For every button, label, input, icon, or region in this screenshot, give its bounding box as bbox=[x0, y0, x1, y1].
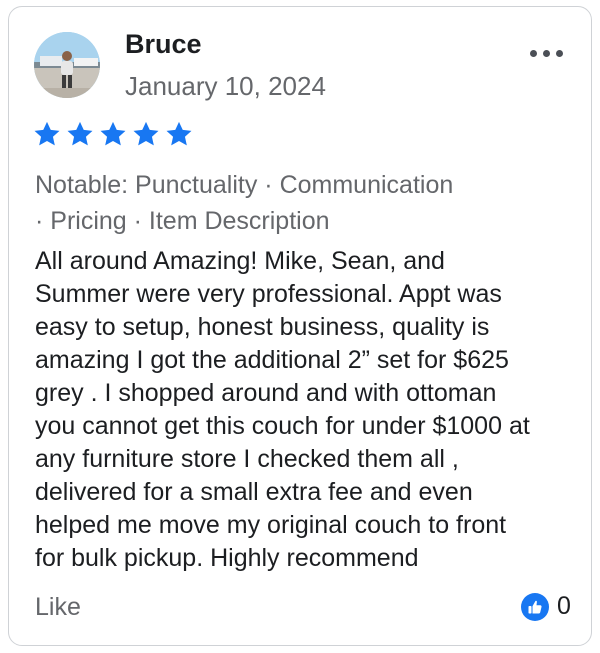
star-icon bbox=[133, 121, 159, 146]
dot-icon bbox=[543, 49, 550, 57]
star-icon bbox=[67, 121, 93, 146]
review-date[interactable]: January 10, 2024 bbox=[125, 71, 326, 102]
more-options-icon[interactable] bbox=[530, 41, 563, 65]
avatar[interactable] bbox=[34, 32, 100, 98]
star-rating bbox=[33, 120, 193, 148]
star-icon bbox=[166, 121, 192, 146]
notable-line: · Pricing · Item Description bbox=[35, 207, 330, 235]
notable-tags: Notable: Punctuality · Communication · P… bbox=[35, 167, 555, 239]
dot-icon bbox=[530, 49, 537, 57]
review-card: Bruce January 10, 2024 Notable: Punctual… bbox=[8, 6, 592, 646]
thumbs-up-icon bbox=[521, 592, 549, 621]
author-name[interactable]: Bruce bbox=[125, 29, 202, 60]
notable-line: Notable: Punctuality · Communication bbox=[35, 171, 454, 199]
dot-icon bbox=[556, 49, 563, 57]
review-text: All around Amazing! Mike, Sean, and Summ… bbox=[35, 247, 530, 572]
like-count-value: 0 bbox=[557, 592, 571, 620]
like-count[interactable]: 0 bbox=[521, 592, 571, 621]
star-icon bbox=[34, 121, 60, 146]
like-button[interactable]: Like bbox=[35, 593, 81, 622]
star-icon bbox=[100, 121, 126, 146]
avatar-photo bbox=[34, 32, 100, 98]
